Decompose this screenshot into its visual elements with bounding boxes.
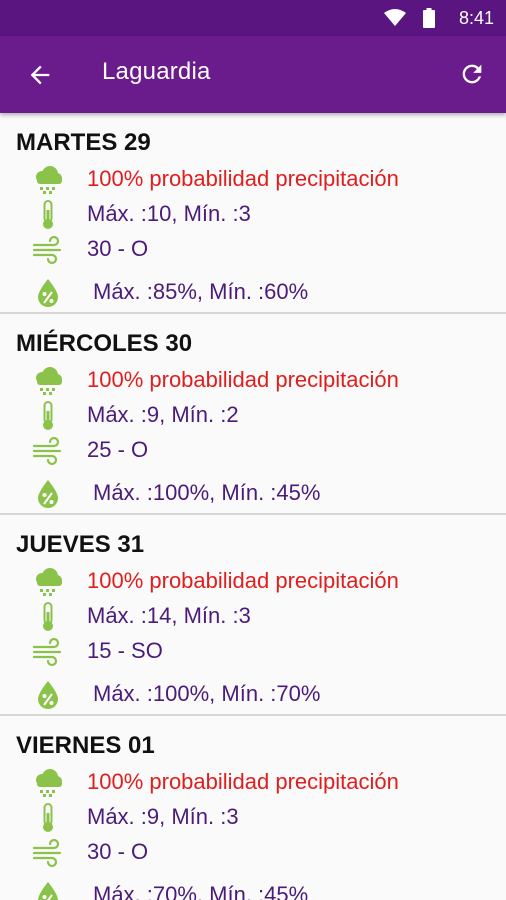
precipitation-row: 100% probabilidad precipitación <box>0 565 506 599</box>
day-name: JUEVES 31 <box>16 531 145 558</box>
temperature-row: Máx. :9, Mín. :2 <box>0 399 506 433</box>
precipitation-row: 100% probabilidad precipitación <box>0 163 506 197</box>
wind-row: 25 - O <box>0 434 506 468</box>
forecast-list[interactable]: MARTES 29 100% probabilidad precipitació… <box>0 113 506 900</box>
wind-text: 30 - O <box>87 839 149 864</box>
precipitation-text: 100% probabilidad precipitación <box>87 568 399 593</box>
wind-icon <box>32 838 62 868</box>
rain-cloud-icon <box>36 769 62 797</box>
forecast-day-item: JUEVES 31 100% probabilidad precipitació… <box>0 515 506 716</box>
thermometer-icon <box>43 803 53 832</box>
day-name: MIÉRCOLES 30 <box>16 330 193 357</box>
status-time: 8:41 <box>458 8 494 28</box>
precipitation-text: 100% probabilidad precipitación <box>87 166 399 191</box>
thermometer-icon <box>43 602 53 631</box>
day-name: MARTES 29 <box>16 129 151 156</box>
humidity-drop-icon <box>38 681 58 709</box>
humidity-row: Máx. :70%, Mín. :45% <box>0 879 506 900</box>
humidity-row: Máx. :85%, Mín. :60% <box>0 276 506 310</box>
wind-icon <box>32 235 62 265</box>
battery-icon <box>423 8 435 28</box>
arrow-back-icon[interactable] <box>26 61 54 89</box>
forecast-day-item: VIERNES 01 100% probabilidad precipitaci… <box>0 716 506 900</box>
humidity-drop-icon <box>38 882 58 900</box>
wind-row: 30 - O <box>0 836 506 870</box>
page-title: Laguardia <box>102 58 211 85</box>
humidity-drop-icon <box>38 279 58 307</box>
status-bar: 8:41 <box>0 0 506 36</box>
wind-row: 15 - SO <box>0 635 506 669</box>
wind-icon <box>32 436 62 466</box>
temperature-text: Máx. :14, Mín. :3 <box>87 603 251 628</box>
rain-cloud-icon <box>36 166 62 194</box>
wind-text: 25 - O <box>87 437 149 462</box>
wind-text: 30 - O <box>87 236 149 261</box>
precipitation-row: 100% probabilidad precipitación <box>0 766 506 800</box>
humidity-drop-icon <box>38 480 58 508</box>
wifi-icon <box>384 9 406 26</box>
humidity-row: Máx. :100%, Mín. :70% <box>0 678 506 712</box>
forecast-day-item: MIÉRCOLES 30 100% probabilidad precipita… <box>0 314 506 515</box>
humidity-text: Máx. :100%, Mín. :45% <box>93 480 321 505</box>
precipitation-text: 100% probabilidad precipitación <box>87 769 399 794</box>
humidity-text: Máx. :100%, Mín. :70% <box>93 681 321 706</box>
humidity-text: Máx. :70%, Mín. :45% <box>93 882 309 900</box>
wind-icon <box>32 637 62 667</box>
humidity-text: Máx. :85%, Mín. :60% <box>93 279 309 304</box>
forecast-day-item: MARTES 29 100% probabilidad precipitació… <box>0 113 506 314</box>
refresh-icon[interactable] <box>458 60 486 88</box>
temperature-text: Máx. :10, Mín. :3 <box>87 201 251 226</box>
app-bar: Laguardia <box>0 36 506 113</box>
precipitation-row: 100% probabilidad precipitación <box>0 364 506 398</box>
temperature-row: Máx. :14, Mín. :3 <box>0 600 506 634</box>
temperature-row: Máx. :10, Mín. :3 <box>0 198 506 232</box>
thermometer-icon <box>43 401 53 430</box>
precipitation-text: 100% probabilidad precipitación <box>87 367 399 392</box>
thermometer-icon <box>43 200 53 229</box>
wind-row: 30 - O <box>0 233 506 267</box>
rain-cloud-icon <box>36 367 62 395</box>
temperature-text: Máx. :9, Mín. :2 <box>87 402 239 427</box>
day-name: VIERNES 01 <box>16 732 155 759</box>
temperature-row: Máx. :9, Mín. :3 <box>0 801 506 835</box>
wind-text: 15 - SO <box>87 638 163 663</box>
temperature-text: Máx. :9, Mín. :3 <box>87 804 239 829</box>
rain-cloud-icon <box>36 568 62 596</box>
humidity-row: Máx. :100%, Mín. :45% <box>0 477 506 511</box>
